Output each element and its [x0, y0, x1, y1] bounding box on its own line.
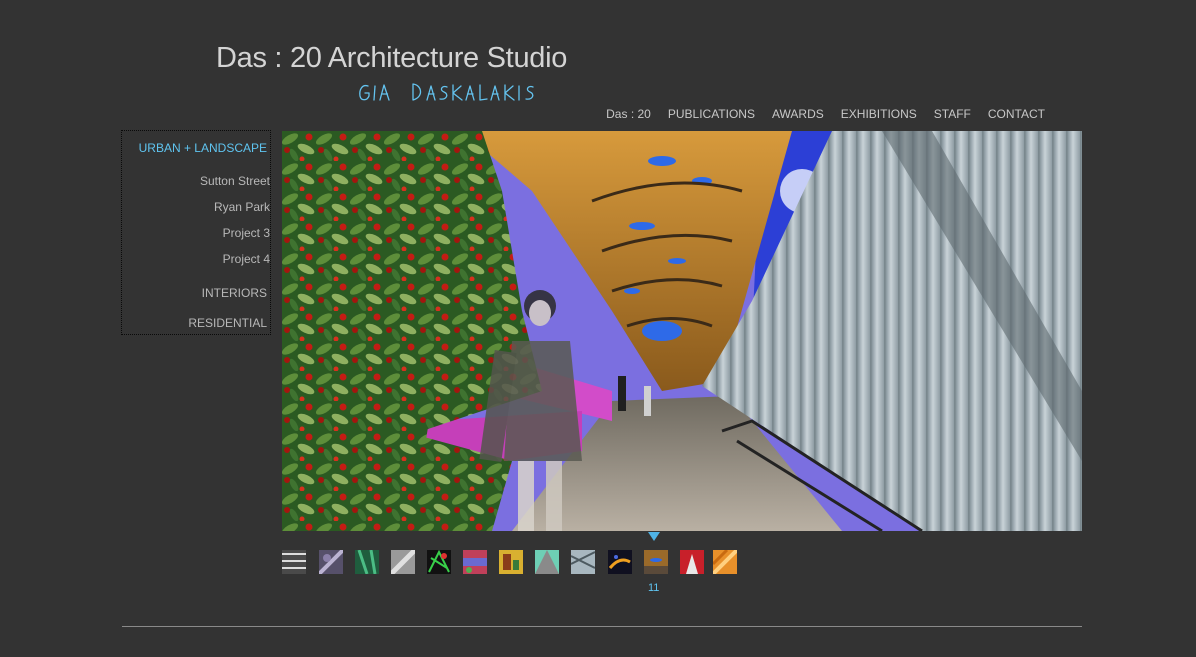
thumbnail-6[interactable]	[463, 550, 487, 574]
thumbnail-10[interactable]	[608, 550, 632, 574]
nav-staff[interactable]: STAFF	[934, 107, 971, 121]
thumbnail-1[interactable]	[282, 550, 306, 574]
nav-contact[interactable]: CONTACT	[988, 107, 1045, 121]
project-rendering	[282, 131, 1082, 531]
nav-awards[interactable]: AWARDS	[772, 107, 824, 121]
nav-das20[interactable]: Das : 20	[606, 107, 651, 121]
nav-publications[interactable]: PUBLICATIONS	[668, 107, 755, 121]
signature-logo	[359, 83, 534, 101]
thumbnail-13[interactable]	[713, 550, 737, 574]
main-project-image[interactable]	[282, 131, 1082, 531]
sidebar-section-residential[interactable]: RESIDENTIAL	[188, 316, 267, 330]
thumbnail-11-selected[interactable]	[644, 550, 668, 574]
sidebar-section-urban-landscape[interactable]: URBAN + LANDSCAPE	[139, 141, 267, 155]
thumbnail-2[interactable]	[319, 550, 343, 574]
sidebar-section-interiors[interactable]: INTERIORS	[202, 286, 267, 300]
sidebar-menu: URBAN + LANDSCAPE Sutton Street Ryan Par…	[121, 130, 271, 335]
thumbnail-7[interactable]	[499, 550, 523, 574]
sidebar-item-project-3[interactable]: Project 3	[223, 226, 270, 240]
thumbnail-5[interactable]	[427, 550, 451, 574]
footer-divider	[122, 626, 1082, 627]
site-title: Das : 20 Architecture Studio	[216, 42, 568, 74]
thumbnail-4[interactable]	[391, 550, 415, 574]
thumbnail-8[interactable]	[535, 550, 559, 574]
thumbnail-9[interactable]	[571, 550, 595, 574]
thumbnail-3[interactable]	[355, 550, 379, 574]
sidebar-item-project-4[interactable]: Project 4	[223, 252, 270, 266]
thumbnail-12[interactable]	[680, 550, 704, 574]
thumb-text-image	[282, 550, 306, 574]
top-navigation: Das : 20 PUBLICATIONS AWARDS EXHIBITIONS…	[606, 107, 1045, 121]
image-counter: 11	[648, 582, 660, 594]
sidebar-item-sutton-street[interactable]: Sutton Street	[200, 174, 270, 188]
sidebar-item-ryan-park[interactable]: Ryan Park	[214, 200, 270, 214]
selected-thumb-indicator	[648, 532, 660, 541]
nav-exhibitions[interactable]: EXHIBITIONS	[841, 107, 917, 121]
